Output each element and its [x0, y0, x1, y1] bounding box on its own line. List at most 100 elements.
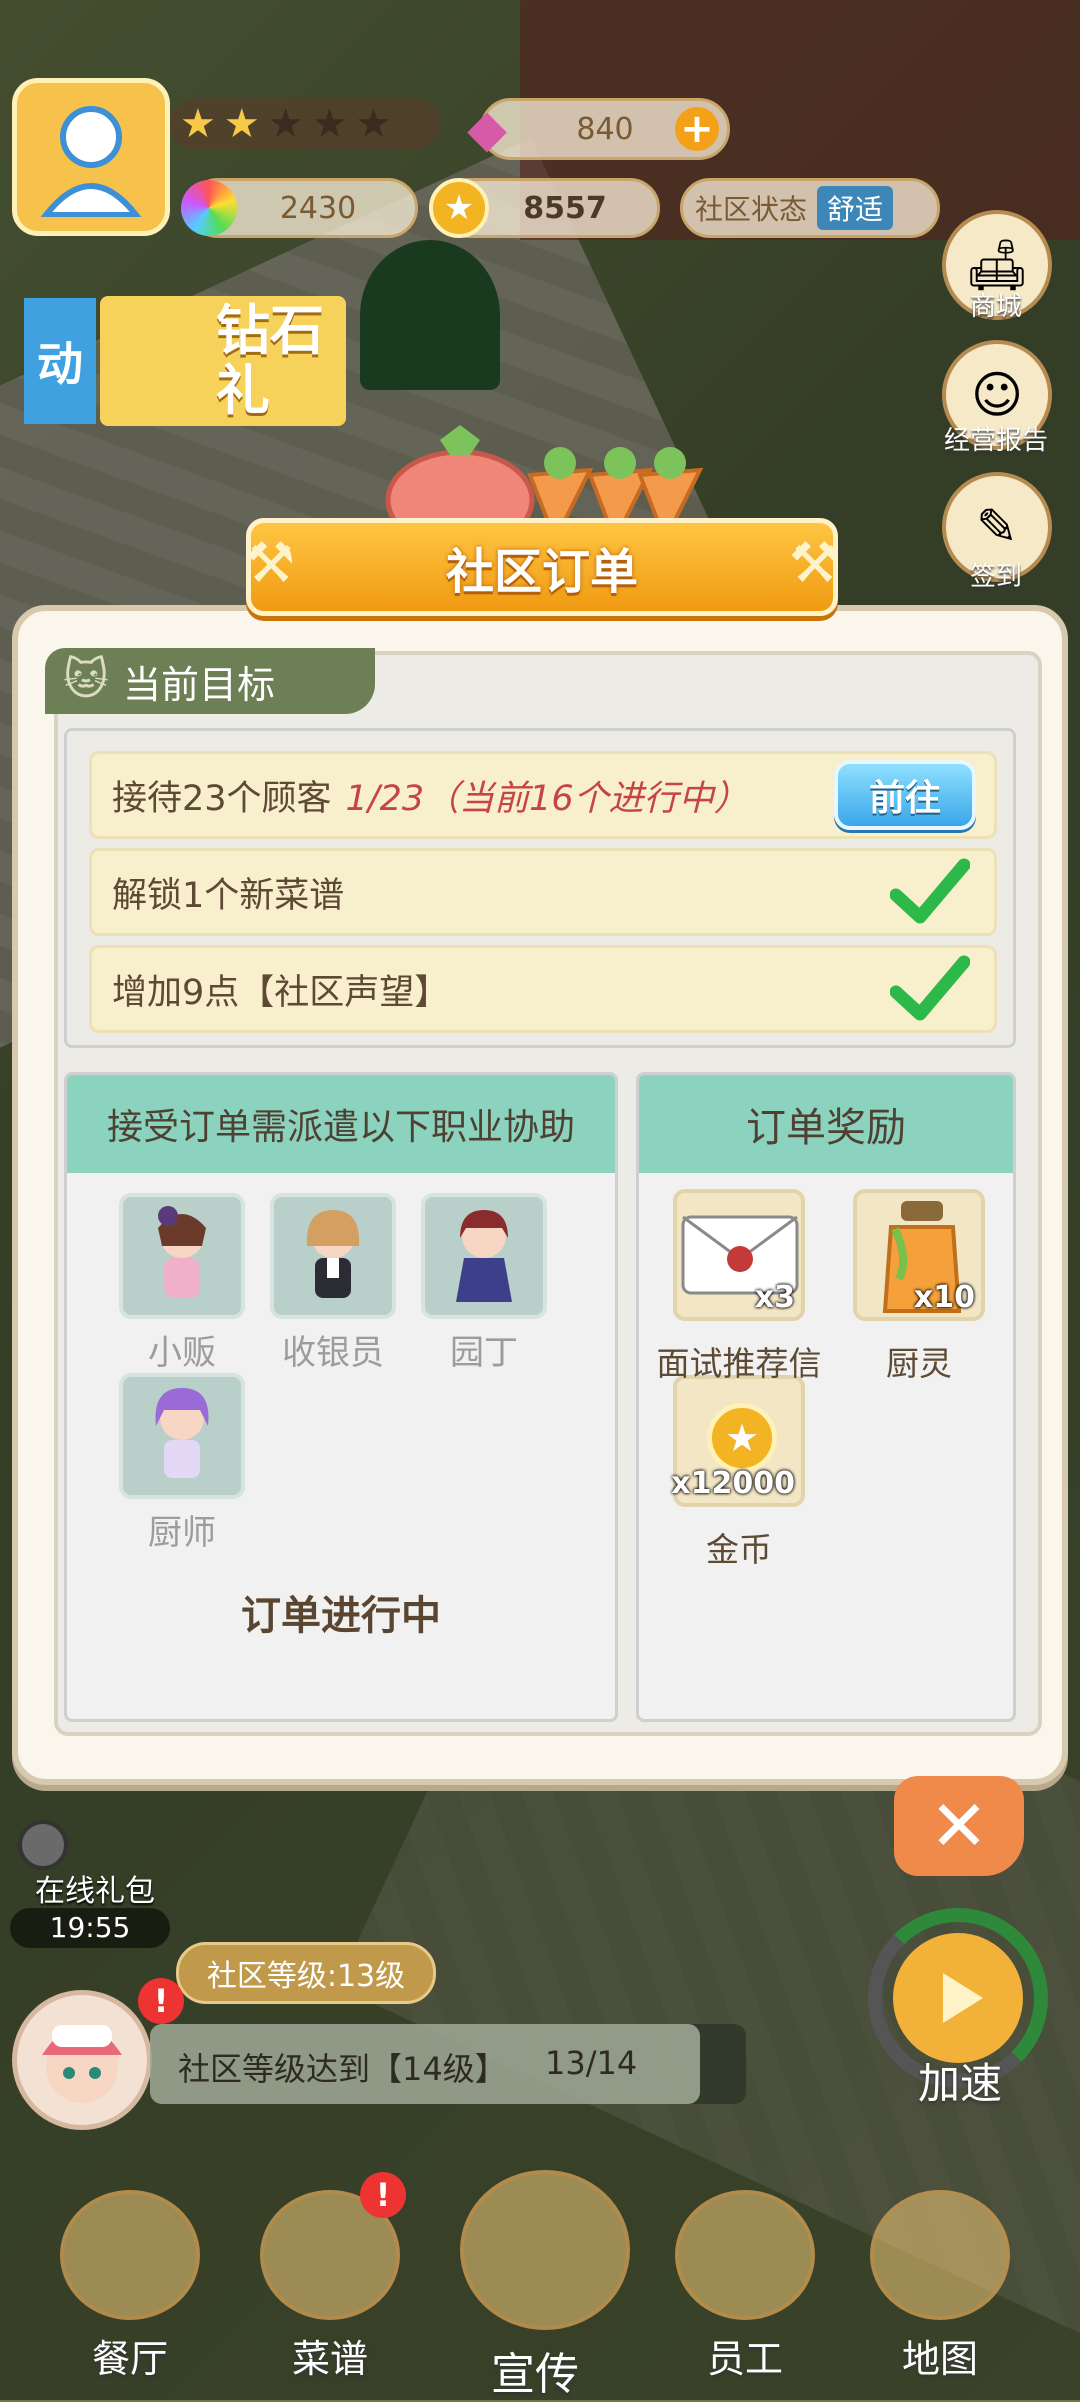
job-label-chef: 厨师 — [148, 1513, 216, 1553]
star-rating: ★ ★ ★ ★ ★ — [170, 98, 440, 150]
go-button[interactable]: 前往 — [834, 760, 976, 830]
level-task-progress-text: 13/14 — [545, 2044, 638, 2082]
cat-icon: 🐱 — [63, 654, 109, 705]
megaphone-icon — [460, 2170, 630, 2330]
modal-title: 社区订单 — [445, 544, 638, 600]
bottom-nav: 餐厅 菜谱 ! 宣传 员工 地图 — [0, 2170, 1080, 2400]
nav-staff[interactable]: 员工 — [670, 2190, 820, 2383]
nav-map[interactable]: 地图 — [865, 2190, 1015, 2383]
star-icon: ★ — [355, 101, 392, 147]
order-status: 订单进行中 — [241, 1593, 441, 1639]
close-button[interactable]: ✕ — [894, 1776, 1024, 1876]
smiley-icon: ☺ — [970, 366, 1024, 424]
nav-restaurant-label: 餐厅 — [91, 2337, 168, 2381]
nav-staff-label: 员工 — [706, 2337, 783, 2381]
alert-badge: ! — [138, 1978, 184, 2024]
vendor-portrait-icon — [158, 1206, 206, 1298]
gem-value: 2430 — [279, 190, 357, 226]
reward-slot[interactable]: x3 — [673, 1189, 805, 1321]
coin-counter: ★ 8557 — [429, 178, 660, 238]
gardener-portrait-icon — [456, 1210, 512, 1302]
job-label-cashier: 收银员 — [282, 1333, 384, 1373]
star-half-icon: ★ — [223, 101, 260, 147]
diamond-value: 840 — [576, 111, 634, 147]
reward-label-letter: 面试推荐信 — [656, 1344, 822, 1383]
online-gift-timer: 19:55 — [10, 1908, 170, 1948]
alert-badge: ! — [360, 2172, 406, 2218]
stopwatch-icon — [18, 1820, 68, 1870]
go-button-label: 前往 — [868, 778, 941, 819]
job-slot-cashier[interactable] — [270, 1193, 396, 1319]
play-icon — [943, 1973, 983, 2023]
add-diamond-button[interactable]: + — [675, 106, 719, 152]
shop-label: 商城 — [969, 292, 1022, 322]
rewards-panel: 订单奖励 x3 x10 ★ x12000 面试推荐信 厨灵 金币 — [636, 1072, 1016, 1722]
reward-count: x3 — [754, 1280, 795, 1315]
reward-label-coins: 金币 — [706, 1530, 772, 1569]
star-icon: ★ — [311, 101, 348, 147]
chef-icon — [675, 2190, 815, 2320]
jobs-panel-title: 接受订单需派遣以下职业协助 — [67, 1075, 615, 1173]
coin-value: 8557 — [523, 190, 607, 226]
coin-icon: ★ — [707, 1403, 777, 1473]
community-avatar[interactable] — [12, 1990, 152, 2130]
nav-map-label: 地图 — [901, 2337, 978, 2381]
nav-recipes-label: 菜谱 — [291, 2337, 368, 2381]
rewards-panel-title: 订单奖励 — [639, 1075, 1013, 1173]
reward-slot[interactable]: x10 — [853, 1189, 985, 1321]
chef-avatar-icon — [42, 2025, 122, 2103]
nav-recipes[interactable]: 菜谱 — [255, 2190, 405, 2383]
goal-row: 增加9点【社区声望】 — [89, 945, 997, 1033]
reward-label-spirit: 厨灵 — [886, 1344, 952, 1383]
star-icon: ★ — [180, 101, 216, 147]
checkmark-icon — [890, 955, 970, 1021]
modal-title-ribbon: 社区订单 ⚒ ⚒ — [245, 518, 839, 616]
diamond-counter: ◆ 840 + — [467, 98, 730, 160]
event-banner-text: 动 — [37, 337, 83, 391]
star-icon: ★ — [267, 101, 304, 147]
chef-portrait-icon — [155, 1388, 209, 1478]
player-avatar[interactable] — [12, 78, 170, 236]
community-status[interactable]: 社区状态 舒适 — [680, 178, 940, 238]
checkin-label: 签到 — [969, 562, 1022, 592]
reward-slot[interactable]: ★ x12000 — [671, 1375, 805, 1507]
diamond-gift-text: 钻石礼 — [216, 299, 324, 422]
reward-count: x12000 — [671, 1466, 795, 1501]
cashier-portrait-icon — [306, 1210, 360, 1298]
nav-promotion-label: 宣传 — [491, 2349, 579, 2400]
job-slot-vendor[interactable] — [119, 1193, 245, 1319]
online-gift-label[interactable]: 在线礼包 — [10, 1866, 180, 1910]
goal-progress: 1/23（当前16个进行中） — [345, 778, 749, 819]
job-label-vendor: 小贩 — [148, 1333, 216, 1373]
current-goal-tab: 🐱 当前目标 — [45, 648, 375, 714]
level-task-text: 社区等级达到【14级】 — [178, 2050, 507, 2088]
nav-promotion[interactable]: 宣传 — [460, 2170, 630, 2402]
speed-up-label: 加速 — [917, 2059, 1002, 2108]
speed-up-button[interactable] — [893, 1933, 1023, 2063]
reward-count: x10 — [913, 1280, 975, 1315]
event-banner[interactable]: 动 — [24, 298, 96, 424]
goal-text: 接待23个顾客 — [112, 778, 332, 819]
goal-list: 接待23个顾客 1/23（当前16个进行中） 前往 解锁1个新菜谱 增加9点【社… — [64, 728, 1016, 1048]
rainbow-gem-icon — [181, 180, 237, 236]
goal-text: 增加9点【社区声望】 — [112, 972, 450, 1013]
diamond-gift-banner[interactable]: 钻石礼 — [100, 296, 346, 426]
goal-text: 解锁1个新菜谱 — [112, 875, 345, 916]
level-task-bar[interactable]: 社区等级达到【14级】 13/14 — [150, 2024, 746, 2104]
whisk-icon: ⚒ — [245, 531, 296, 596]
egg-map-icon — [870, 2190, 1010, 2320]
job-slot-gardener[interactable] — [421, 1193, 547, 1319]
checkmark-icon — [890, 858, 970, 924]
current-goal-label: 当前目标 — [123, 662, 276, 707]
report-label: 经营报告 — [943, 426, 1048, 456]
pencil-icon: ✎ — [976, 498, 1018, 556]
gem-counter: 2430 — [181, 178, 418, 238]
diamond-icon: ◆ — [467, 99, 507, 159]
goal-row: 接待23个顾客 1/23（当前16个进行中） 前往 — [89, 751, 997, 839]
close-icon: ✕ — [929, 1785, 989, 1867]
community-level-badge: 社区等级:13级 — [176, 1942, 436, 2004]
job-slot-chef[interactable] — [119, 1373, 245, 1499]
community-status-value: 舒适 — [817, 186, 894, 230]
job-label-gardener: 园丁 — [450, 1333, 518, 1373]
nav-restaurant[interactable]: 餐厅 — [55, 2190, 205, 2383]
